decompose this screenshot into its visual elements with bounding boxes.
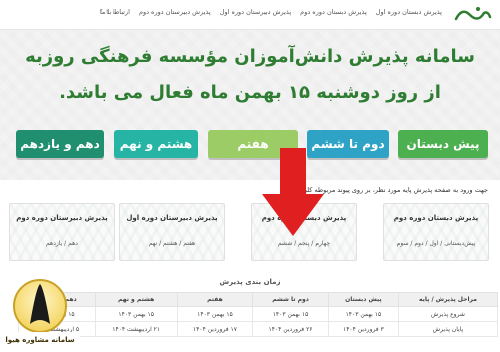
red-arrow-icon xyxy=(262,148,324,236)
hero-headline: سامانه پذیرش دانش‌آموزان مؤسسه فرهنگی رو… xyxy=(25,46,475,67)
menu-item-secondary-1[interactable]: پذیرش دبیرستان دوره اول xyxy=(220,8,291,16)
facebook-icon[interactable]: f xyxy=(100,8,102,16)
table-header: هفتم xyxy=(176,292,254,307)
menu-item-primary-2[interactable]: پذیرش دبستان دوره دوم xyxy=(300,8,367,16)
table-cell: ۱۵ بهمن ۱۴۰۳ xyxy=(252,306,329,322)
table-row: شروع پذیرش ۱۵ بهمن ۱۴۰۳ ۱۵ بهمن ۱۴۰۳ ۱۵ … xyxy=(18,306,499,322)
card-title: پذیرش دبیرستان دوره دوم xyxy=(16,214,108,222)
twitter-icon[interactable]: t xyxy=(106,8,109,16)
table-header: مراحل پذیرش / پایه xyxy=(397,292,499,307)
top-navigation-bar: پذیرش دبستان دوره اول پذیرش دبستان دوره … xyxy=(0,0,500,30)
main-menu: پذیرش دبستان دوره اول پذیرش دبستان دوره … xyxy=(100,8,442,16)
table-cell: ۱۵ بهمن ۱۴۰۳ xyxy=(94,306,178,322)
watermark-badge-text: سامانه مشاوره هیوا xyxy=(5,336,75,344)
table-cell: ۱۵ بهمن ۱۴۰۳ xyxy=(327,306,399,322)
table-cell: شروع پذیرش xyxy=(397,306,499,322)
table-header: دوم تا ششم xyxy=(252,292,329,307)
grade-button-preschool[interactable]: پیش دبستان xyxy=(398,130,488,158)
schedule-table: مراحل پذیرش / پایه پیش دبستان دوم تا ششم… xyxy=(18,292,499,337)
card-grades: دهم / یازدهم xyxy=(46,240,78,247)
card-title: پذیرش دبستان دوره دوم xyxy=(393,214,479,222)
table-cell: ۲۱ اردیبهشت ۱۴۰۴ xyxy=(94,321,178,337)
table-cell: ۳ فروردین ۱۴۰۴ xyxy=(327,321,399,337)
table-cell: ۱۷ فروردین ۱۴۰۴ xyxy=(176,321,254,337)
grade-button-8-9[interactable]: هشتم و نهم xyxy=(114,130,198,158)
hero-subheadline: از روز دوشنبه ۱۵ بهمن ماه فعال می باشد. xyxy=(59,82,441,103)
table-cell: پایان پذیرش xyxy=(397,321,499,337)
table-cell: ۱۵ بهمن ۱۴۰۳ xyxy=(176,306,254,322)
table-cell: ۲۶ فروردین ۱۴۰۴ xyxy=(252,321,329,337)
menu-item-secondary-2[interactable]: پذیرش دبیرستان دوره دوم xyxy=(139,8,211,16)
card-grades: چهارم / پنجم / ششم xyxy=(277,240,331,247)
admission-card-secondary-2[interactable]: پذیرش دبیرستان دوره دوم دهم / یازدهم xyxy=(9,203,115,261)
card-grades: پیش‌دبستانی / اول / دوم / سوم xyxy=(396,240,476,247)
card-grades: هفتم / هشتم / نهم xyxy=(148,240,196,247)
table-header-row: مراحل پذیرش / پایه پیش دبستان دوم تا ششم… xyxy=(18,292,499,307)
admission-card-primary-1[interactable]: پذیرش دبستان دوره دوم پیش‌دبستانی / اول … xyxy=(383,203,489,261)
admission-card-secondary-1[interactable]: پذیرش دبیرستان دوره اول هفتم / هشتم / نه… xyxy=(119,203,225,261)
table-header: پیش دبستان xyxy=(327,292,399,307)
rouzbeh-logo[interactable] xyxy=(452,3,494,25)
instagram-icon[interactable]: i xyxy=(113,8,115,16)
social-links: f t i xyxy=(100,8,115,16)
table-header: هشتم و نهم xyxy=(94,292,178,307)
card-title: پذیرش دبیرستان دوره اول xyxy=(126,214,218,222)
grade-button-10-11[interactable]: دهم و یازدهم xyxy=(16,130,104,158)
table-row: پایان پذیرش ۳ فروردین ۱۴۰۴ ۲۶ فروردین ۱۴… xyxy=(18,321,499,337)
menu-item-primary-1[interactable]: پذیرش دبستان دوره اول xyxy=(376,8,442,16)
